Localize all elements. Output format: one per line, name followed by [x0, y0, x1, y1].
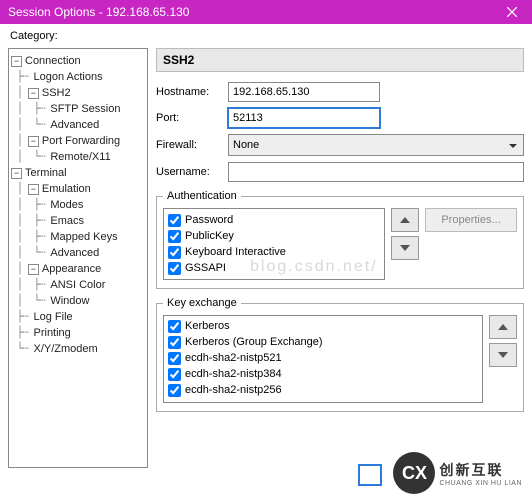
tree-modes[interactable]: Modes: [50, 197, 83, 213]
kex-check[interactable]: [168, 320, 181, 333]
logo-text-pinyin: CHUANG XIN HU LIAN: [439, 480, 522, 487]
kex-item[interactable]: Kerberos (Group Exchange): [185, 336, 323, 348]
kex-check[interactable]: [168, 368, 181, 381]
collapse-icon[interactable]: −: [28, 136, 39, 147]
close-button[interactable]: [492, 0, 532, 24]
tree-window[interactable]: Window: [50, 293, 89, 309]
kex-check[interactable]: [168, 384, 181, 397]
tree-printing[interactable]: Printing: [34, 325, 71, 341]
authentication-group: Authentication Password PublicKey Keyboa…: [156, 190, 524, 289]
auth-publickey-check[interactable]: [168, 230, 181, 243]
auth-item[interactable]: PublicKey: [185, 230, 234, 242]
kex-item[interactable]: ecdh-sha2-nistp521: [185, 352, 282, 364]
triangle-up-icon: [400, 217, 410, 223]
tree-emulation[interactable]: Emulation: [42, 181, 91, 197]
kex-item[interactable]: ecdh-sha2-nistp256: [185, 384, 282, 396]
collapse-icon[interactable]: −: [28, 264, 39, 275]
hostname-label: Hostname:: [156, 86, 228, 98]
tree-sftp[interactable]: SFTP Session: [50, 101, 120, 117]
tree-remote-x11[interactable]: Remote/X11: [50, 149, 110, 165]
tree-advanced2[interactable]: Advanced: [50, 245, 99, 261]
ok-button-fragment[interactable]: [358, 464, 382, 486]
port-label: Port:: [156, 112, 228, 124]
tree-terminal[interactable]: Terminal: [25, 165, 67, 181]
tree-ansi-color[interactable]: ANSI Color: [50, 277, 105, 293]
key-exchange-group: Key exchange Kerberos Kerberos (Group Ex…: [156, 297, 524, 412]
triangle-up-icon: [498, 324, 508, 330]
auth-keyboard-check[interactable]: [168, 246, 181, 259]
collapse-icon[interactable]: −: [11, 168, 22, 179]
category-label: Category:: [10, 30, 58, 42]
tree-connection[interactable]: Connection: [25, 53, 81, 69]
tree-logon-actions[interactable]: Logon Actions: [34, 69, 103, 85]
username-label: Username:: [156, 166, 228, 178]
kex-legend: Key exchange: [163, 297, 241, 309]
section-header: SSH2: [156, 48, 524, 72]
category-tree[interactable]: −Connection ├┄ Logon Actions │ −SSH2 │ ├…: [8, 48, 148, 468]
auth-item[interactable]: Keyboard Interactive: [185, 246, 286, 258]
kex-item[interactable]: Kerberos: [185, 320, 230, 332]
publisher-logo: CX 创新互联 CHUANG XIN HU LIAN: [393, 452, 522, 494]
move-up-button[interactable]: [391, 208, 419, 232]
collapse-icon[interactable]: −: [28, 88, 39, 99]
tree-port-forwarding[interactable]: Port Forwarding: [42, 133, 120, 149]
auth-list[interactable]: Password PublicKey Keyboard Interactive …: [163, 208, 385, 280]
username-input[interactable]: [228, 162, 524, 182]
window-title: Session Options - 192.168.65.130: [8, 5, 492, 19]
auth-item[interactable]: Password: [185, 214, 233, 226]
tree-emacs[interactable]: Emacs: [50, 213, 84, 229]
move-down-button[interactable]: [391, 236, 419, 260]
tree-log-file[interactable]: Log File: [34, 309, 73, 325]
kex-item[interactable]: ecdh-sha2-nistp384: [185, 368, 282, 380]
auth-item[interactable]: GSSAPI: [185, 262, 226, 274]
auth-gssapi-check[interactable]: [168, 262, 181, 275]
tree-advanced[interactable]: Advanced: [50, 117, 99, 133]
port-input[interactable]: [228, 108, 380, 128]
firewall-label: Firewall:: [156, 139, 228, 151]
triangle-down-icon: [400, 245, 410, 251]
tree-zmodem[interactable]: X/Y/Zmodem: [34, 341, 98, 357]
kex-move-up-button[interactable]: [489, 315, 517, 339]
collapse-icon[interactable]: −: [11, 56, 22, 67]
auth-password-check[interactable]: [168, 214, 181, 227]
auth-legend: Authentication: [163, 190, 241, 202]
tree-mapped-keys[interactable]: Mapped Keys: [50, 229, 117, 245]
kex-check[interactable]: [168, 352, 181, 365]
logo-badge-icon: CX: [393, 452, 435, 494]
kex-list[interactable]: Kerberos Kerberos (Group Exchange) ecdh-…: [163, 315, 483, 403]
properties-button: Properties...: [425, 208, 517, 232]
settings-panel: SSH2 Hostname: Port: Firewall: None User…: [156, 48, 524, 472]
firewall-select[interactable]: None: [228, 134, 524, 156]
hostname-input[interactable]: [228, 82, 380, 102]
collapse-icon[interactable]: −: [28, 184, 39, 195]
triangle-down-icon: [498, 352, 508, 358]
titlebar: Session Options - 192.168.65.130: [0, 0, 532, 24]
tree-ssh2[interactable]: SSH2: [42, 85, 71, 101]
close-icon: [507, 7, 517, 17]
logo-text-cn: 创新互联: [439, 460, 522, 480]
kex-check[interactable]: [168, 336, 181, 349]
kex-move-down-button[interactable]: [489, 343, 517, 367]
tree-appearance[interactable]: Appearance: [42, 261, 101, 277]
